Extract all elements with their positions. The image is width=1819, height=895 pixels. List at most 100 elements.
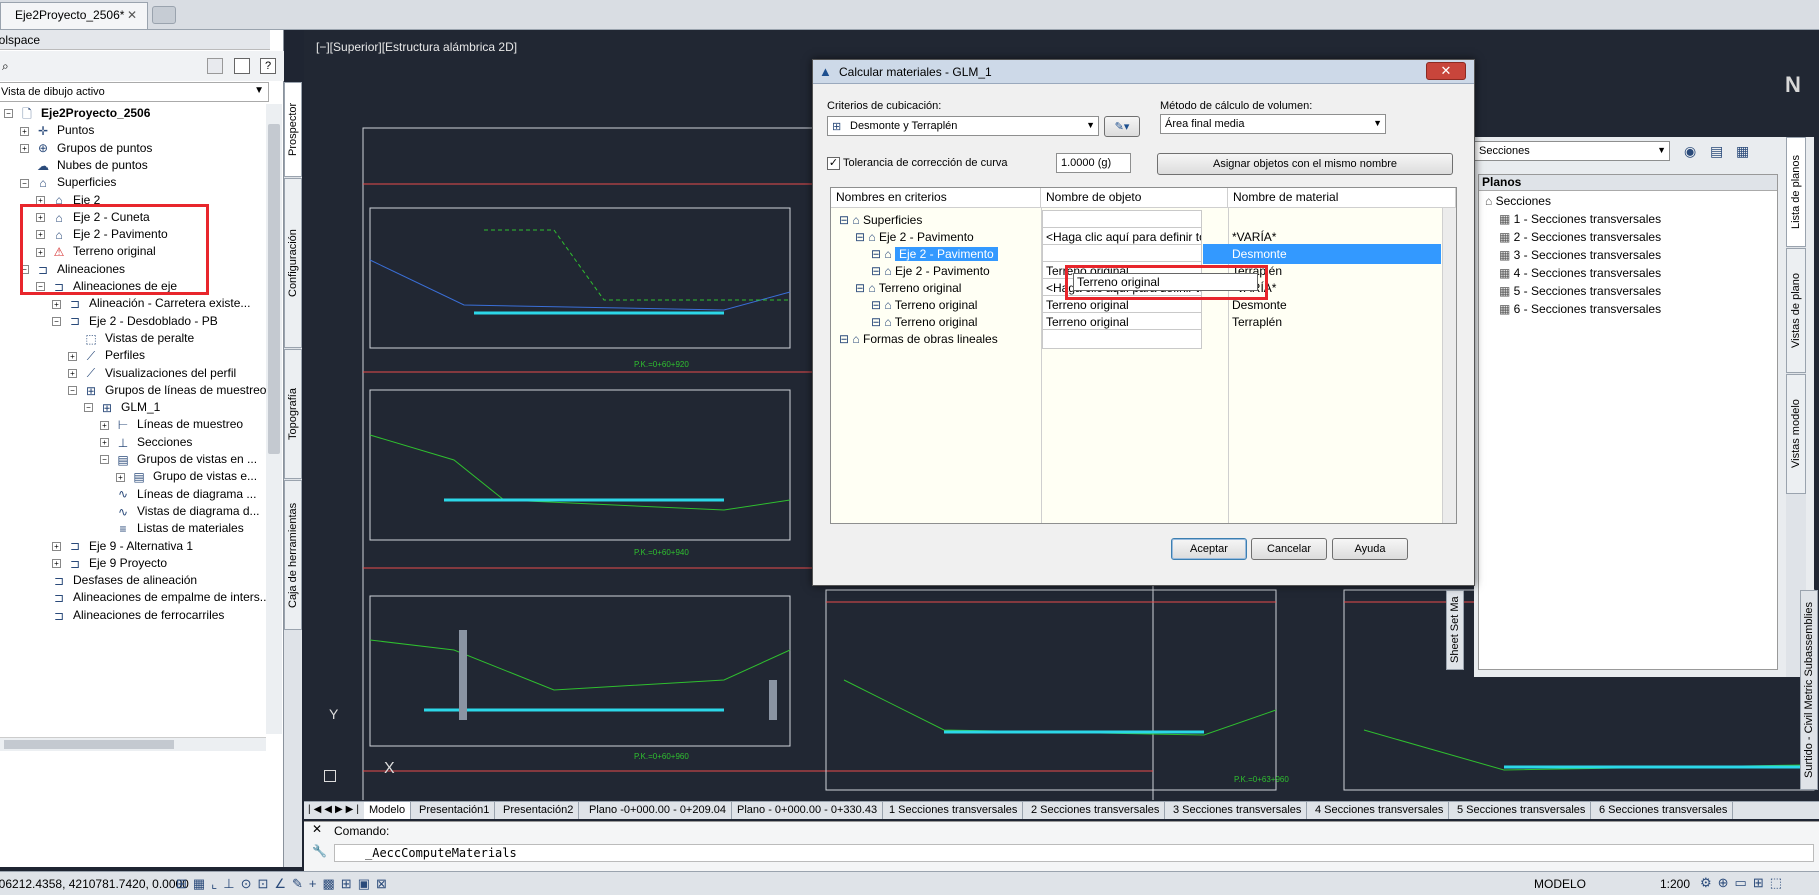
tab-caja-herramientas[interactable]: Caja de herramientas xyxy=(284,480,302,630)
search-icon[interactable]: ⌕ xyxy=(2,59,9,74)
close-tab-icon[interactable]: ✕ xyxy=(127,8,137,22)
tab-vistas-modelo[interactable]: Vistas modelo xyxy=(1786,374,1806,494)
tool-palette-label[interactable]: Surtido - Civil Metric Subassemblies xyxy=(1800,590,1818,790)
sheet-set-manager-label[interactable]: Sheet Set Ma xyxy=(1446,590,1464,670)
tree-node[interactable]: − ⊞ GLM_1 xyxy=(84,398,160,416)
layout-tab[interactable]: 5 Secciones transversales xyxy=(1452,802,1592,819)
tree-node[interactable]: + ⊥ Secciones xyxy=(100,433,192,451)
expand-toggle-icon[interactable]: − xyxy=(100,455,109,465)
tree-node[interactable]: + ✛ Puntos xyxy=(20,121,94,139)
tree-node[interactable]: ⊐ Alineaciones de ferrocarriles xyxy=(36,606,224,624)
layout-tab[interactable]: 4 Secciones transversales xyxy=(1310,802,1450,819)
tree-node[interactable]: − ⊐ Eje 2 - Desdoblado - PB xyxy=(52,312,218,330)
tree-node[interactable]: ⊐ Alineaciones de empalme de inters... xyxy=(36,588,266,606)
expand-toggle-icon[interactable]: + xyxy=(52,559,61,569)
sheet-item[interactable]: ▦ 3 - Secciones transversales xyxy=(1499,248,1661,262)
drafting-toggles[interactable]: ⊞▦⌞⊥⊙⊡∠✎+▩⊞▣⊠ xyxy=(176,876,393,892)
toggle-view-icon[interactable] xyxy=(207,58,223,74)
status-tray-icons[interactable]: ⚙⊕▭⊞⬚ xyxy=(1700,875,1788,891)
publish-icon[interactable]: ◉ xyxy=(1684,143,1696,160)
sheet-set-selector[interactable]: Secciones ▼ xyxy=(1474,141,1670,161)
expand-toggle-icon[interactable]: + xyxy=(20,126,29,136)
coordinates-readout[interactable]: 706212.4358, 4210781.7420, 0.0000 xyxy=(0,877,189,891)
tree-node[interactable]: + ⊕ Grupos de puntos xyxy=(20,139,152,157)
edit-criteria-button[interactable]: ✎▾ xyxy=(1104,116,1140,137)
properties-icon[interactable]: ▦ xyxy=(1736,143,1749,160)
layout-tab[interactable]: Plano - 0+000.00 - 0+330.43 xyxy=(732,802,884,819)
tree-node[interactable]: + ⊐ Eje 9 Proyecto xyxy=(52,554,167,572)
tab-lista-planos[interactable]: Lista de planos xyxy=(1786,137,1806,247)
scroll-thumb[interactable] xyxy=(268,124,280,454)
expand-toggle-icon[interactable]: + xyxy=(20,143,29,153)
object-name-cell[interactable] xyxy=(1042,329,1202,349)
wrench-icon[interactable]: 🔧 xyxy=(312,844,327,858)
material-name-cell[interactable]: Terraplén xyxy=(1232,312,1282,332)
cancel-button[interactable]: Cancelar xyxy=(1251,538,1327,560)
sheet-item[interactable]: ▦ 5 - Secciones transversales xyxy=(1499,284,1661,298)
layout-tab[interactable]: Presentación1 xyxy=(414,802,496,819)
compass-north[interactable]: N xyxy=(1785,72,1801,98)
close-cmd-icon[interactable]: ✕ xyxy=(312,822,322,836)
layout-tab[interactable]: 1 Secciones transversales xyxy=(884,802,1024,819)
tree-node[interactable]: ∿ Líneas de diagrama ... xyxy=(100,485,256,503)
expand-toggle-icon[interactable]: − xyxy=(20,178,29,188)
expand-toggle-icon[interactable]: − xyxy=(52,316,61,326)
help-button[interactable]: Ayuda xyxy=(1332,538,1408,560)
assign-same-name-button[interactable]: Asignar objetos con el mismo nombre xyxy=(1157,153,1453,175)
scroll-thumb-h[interactable] xyxy=(4,740,174,749)
tab-prospector[interactable]: Prospector xyxy=(284,82,302,177)
tree-node[interactable]: − 🗋 Eje2Proyecto_2506 xyxy=(4,104,150,122)
tolerance-checkbox[interactable]: ✓ xyxy=(827,157,840,170)
tree-node[interactable]: ∿ Vistas de diagrama d... xyxy=(100,502,260,520)
expand-toggle-icon[interactable]: + xyxy=(116,472,125,482)
layout-tab[interactable]: 6 Secciones transversales xyxy=(1594,802,1734,819)
sheet-item[interactable]: ▦ 2 - Secciones transversales xyxy=(1499,230,1661,244)
dialog-close-button[interactable]: ✕ xyxy=(1426,62,1466,80)
tree-node[interactable]: + ⟋ Perfiles xyxy=(68,346,145,364)
layout-tab[interactable]: 2 Secciones transversales xyxy=(1026,802,1166,819)
tree-node[interactable]: ☁ Nubes de puntos xyxy=(20,156,148,174)
tree-node[interactable]: + ⊢ Líneas de muestreo xyxy=(100,415,243,433)
sheet-item[interactable]: ▦ 1 - Secciones transversales xyxy=(1499,212,1661,226)
tab-configuracion[interactable]: Configuración xyxy=(284,178,302,348)
expand-toggle-icon[interactable]: + xyxy=(52,299,61,309)
expand-toggle-icon[interactable]: − xyxy=(4,109,13,119)
sheet-root[interactable]: ⌂ Secciones xyxy=(1485,194,1551,208)
new-tab-button[interactable] xyxy=(152,6,176,24)
tab-vistas-plano[interactable]: Vistas de plano xyxy=(1786,248,1806,373)
tree-node[interactable]: + ⟋ Visualizaciones del perfil xyxy=(68,364,236,382)
document-tab[interactable]: Eje2Proyecto_2506* ✕ xyxy=(0,2,148,29)
grid-row-name[interactable]: ⊟ ⌂ Formas de obras lineales xyxy=(839,329,998,349)
layout-tab[interactable]: 3 Secciones transversales xyxy=(1168,802,1308,819)
grid-scrollbar[interactable] xyxy=(1442,208,1456,523)
tolerance-field[interactable]: 1.0000 (g) xyxy=(1056,153,1131,173)
scale-label[interactable]: 1:200 xyxy=(1660,877,1690,891)
layout-tab[interactable]: Presentación2 xyxy=(498,802,580,819)
panel-icon[interactable] xyxy=(234,58,250,74)
column-header[interactable]: Nombres en criterios xyxy=(831,188,1041,208)
tree-node[interactable]: − ⌂ Superficies xyxy=(20,173,116,191)
tab-nav[interactable]: |◀◀▶▶| xyxy=(308,804,362,815)
expand-toggle-icon[interactable]: + xyxy=(100,420,109,430)
tree-node[interactable]: − ▤ Grupos de vistas en ... xyxy=(100,450,257,468)
viewport-controls-label[interactable]: [−][Superior][Estructura alámbrica 2D] xyxy=(316,40,517,54)
drawing-selector[interactable]: Vista de dibujo activo ▼ xyxy=(0,82,269,102)
tree-node[interactable]: ⬚ Vistas de peralte xyxy=(68,329,194,347)
expand-toggle-icon[interactable]: − xyxy=(68,386,77,396)
ok-button[interactable]: Aceptar xyxy=(1171,538,1247,560)
tree-node[interactable]: + ▤ Grupo de vistas e... xyxy=(116,467,257,485)
column-header[interactable]: Nombre de material xyxy=(1228,188,1456,208)
tree-vertical-scrollbar[interactable] xyxy=(266,104,282,734)
plot-icon[interactable]: ▤ xyxy=(1710,143,1723,160)
tab-topografia[interactable]: Topografía xyxy=(284,349,302,479)
layout-tab[interactable]: Plano -0+000.00 - 0+209.04 xyxy=(584,802,733,819)
command-input[interactable]: _AeccComputeMaterials xyxy=(334,844,1814,862)
tree-node[interactable]: + ⊐ Eje 9 - Alternativa 1 xyxy=(52,537,193,555)
expand-toggle-icon[interactable]: + xyxy=(100,438,109,448)
method-select[interactable]: Área final media ▼ xyxy=(1160,114,1386,134)
sheet-item[interactable]: ▦ 4 - Secciones transversales xyxy=(1499,266,1661,280)
help-icon[interactable]: ? xyxy=(260,58,276,74)
column-header[interactable]: Nombre de objeto xyxy=(1041,188,1228,208)
tree-horizontal-scrollbar[interactable] xyxy=(0,737,266,751)
expand-toggle-icon[interactable]: + xyxy=(52,541,61,551)
